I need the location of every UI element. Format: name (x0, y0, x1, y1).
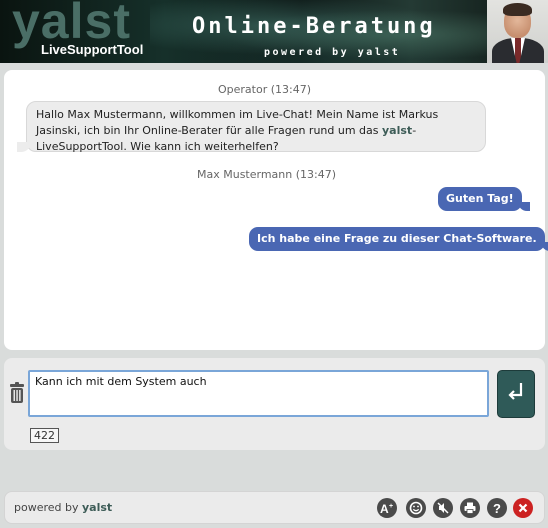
font-size-icon[interactable]: A + (377, 498, 397, 518)
visitor-message-bubble: Ich habe eine Frage zu dieser Chat-Softw… (249, 227, 548, 251)
character-counter: 422 (30, 428, 59, 443)
svg-text:?: ? (493, 501, 501, 515)
page-title: Online-Beratung (192, 14, 436, 39)
operator-photo (487, 0, 548, 63)
bubble-tail (517, 202, 530, 211)
header-banner: yalst LiveSupportTool Online-Beratung po… (0, 0, 548, 63)
svg-text:+: + (389, 503, 393, 510)
operator-message-meta: Operator (13:47) (218, 83, 312, 96)
visitor-message-bubble: Guten Tag! (438, 187, 530, 211)
operator-message-text: Hallo Max Mustermann, willkommen im Live… (36, 108, 439, 137)
emoticon-icon[interactable] (406, 498, 426, 518)
enter-arrow-icon (506, 381, 526, 407)
footer-brand: yalst (82, 501, 113, 514)
bubble-tail (540, 242, 548, 251)
send-button[interactable] (497, 370, 535, 418)
footer-powered-by: powered by yalst (14, 501, 113, 514)
operator-message-brand: yalst (382, 124, 413, 137)
banner-powered-by: powered by yalst (264, 47, 401, 58)
svg-text:A: A (380, 502, 389, 514)
footer-toolbar: powered by yalst A + ? (4, 491, 545, 524)
visitor-message-meta: Max Mustermann (13:47) (197, 168, 337, 181)
close-icon[interactable] (513, 498, 533, 518)
trash-icon[interactable] (9, 382, 25, 404)
bubble-tail (17, 142, 31, 152)
visitor-message-text: Ich habe eine Frage zu dieser Chat-Softw… (257, 232, 537, 245)
print-icon[interactable] (460, 498, 480, 518)
visitor-message-text: Guten Tag! (446, 192, 514, 205)
message-composer: Kann ich mit dem System auch 422 (4, 358, 545, 450)
logo-tagline: LiveSupportTool (41, 42, 144, 57)
message-input[interactable]: Kann ich mit dem System auch (28, 370, 489, 417)
sound-off-icon[interactable] (433, 498, 453, 518)
chat-transcript[interactable]: Operator (13:47) Hallo Max Mustermann, w… (4, 70, 548, 350)
help-icon[interactable]: ? (487, 498, 507, 518)
operator-message-bubble: Hallo Max Mustermann, willkommen im Live… (17, 101, 486, 153)
